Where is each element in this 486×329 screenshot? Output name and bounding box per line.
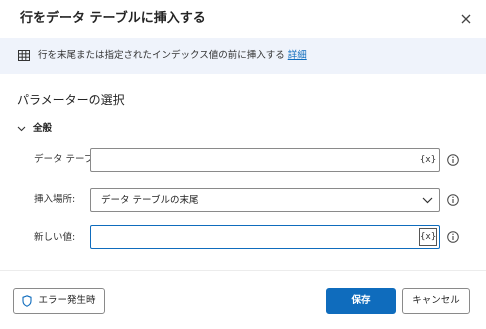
new-value-input[interactable]: {x} bbox=[90, 225, 440, 249]
close-icon[interactable] bbox=[458, 11, 474, 27]
dialog-title: 行をデータ テーブルに挿入する bbox=[20, 11, 206, 26]
datatable-variable-button[interactable]: {x} bbox=[419, 152, 437, 168]
footer-divider bbox=[0, 270, 486, 271]
save-button[interactable]: 保存 bbox=[326, 288, 396, 314]
insert-location-dropdown[interactable]: データ テーブルの末尾 bbox=[90, 188, 440, 212]
datatable-input[interactable]: {x} bbox=[90, 148, 440, 172]
new-value-label: 新しい値: bbox=[34, 232, 76, 243]
details-link[interactable]: 詳細 bbox=[288, 50, 307, 61]
chevron-down-icon bbox=[17, 126, 26, 132]
on-error-button[interactable]: エラー発生時 bbox=[13, 288, 105, 314]
table-icon bbox=[18, 50, 30, 61]
datatable-info-icon[interactable] bbox=[447, 154, 459, 166]
insert-location-info-icon[interactable] bbox=[447, 194, 459, 206]
general-group-toggle[interactable]: 全般 bbox=[17, 122, 52, 136]
insert-location-value: データ テーブルの末尾 bbox=[101, 195, 199, 206]
new-value-variable-button[interactable]: {x} bbox=[419, 228, 437, 246]
group-label: 全般 bbox=[33, 123, 53, 134]
insert-row-dialog: 行をデータ テーブルに挿入する 行を末尾または指定されたインデックス値の前に挿入… bbox=[0, 0, 486, 329]
new-value-info-icon[interactable] bbox=[447, 231, 459, 243]
on-error-label: エラー発生時 bbox=[38, 295, 96, 306]
chevron-down-icon bbox=[422, 197, 433, 204]
info-description: 行を末尾または指定されたインデックス値の前に挿入する 詳細 bbox=[38, 49, 307, 63]
info-bar: 行を末尾または指定されたインデックス値の前に挿入する 詳細 bbox=[0, 38, 486, 74]
section-title: パラメーターの選択 bbox=[17, 93, 125, 107]
cancel-button[interactable]: キャンセル bbox=[402, 288, 470, 314]
info-text: 行を末尾または指定されたインデックス値の前に挿入する bbox=[38, 50, 285, 61]
insert-location-label: 挿入場所: bbox=[34, 194, 76, 205]
shield-icon bbox=[22, 295, 33, 307]
